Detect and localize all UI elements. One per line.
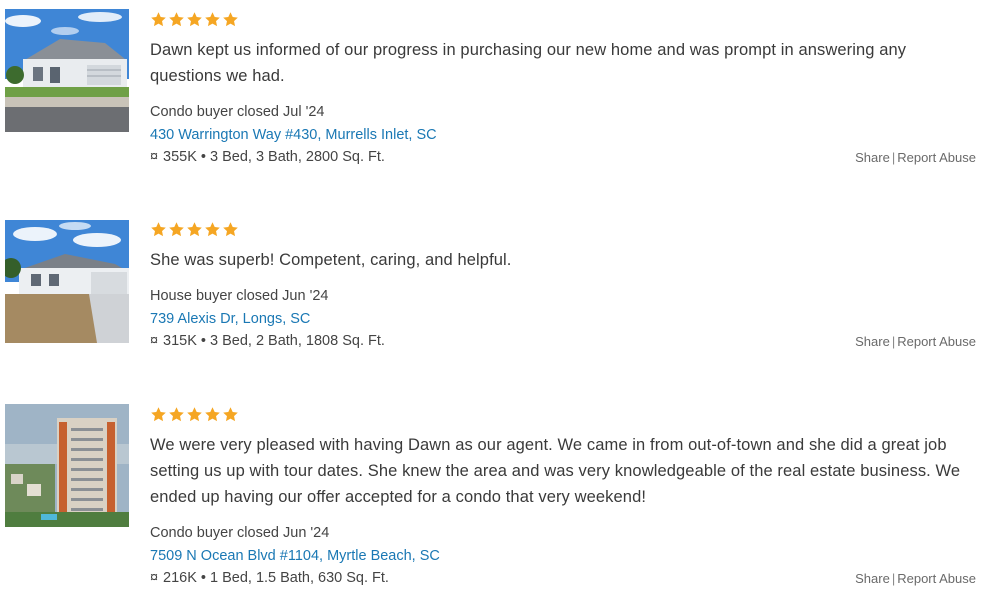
star-icon xyxy=(187,407,202,422)
report-abuse-link[interactable]: Report Abuse xyxy=(897,334,976,349)
currency-icon: ¤ xyxy=(150,333,159,349)
review-text: Dawn kept us informed of our progress in… xyxy=(150,41,907,85)
review-text: We were very pleased with having Dawn as… xyxy=(150,436,961,506)
review-card: She was superb! Competent, caring, and h… xyxy=(0,210,1007,360)
star-icon xyxy=(151,222,166,237)
star-icon xyxy=(151,407,166,422)
star-icon xyxy=(205,12,220,27)
star-icon xyxy=(169,222,184,237)
property-address-link[interactable]: 430 Warrington Way #430, Murrells Inlet,… xyxy=(150,124,977,147)
report-abuse-link[interactable]: Report Abuse xyxy=(897,571,976,586)
currency-icon: ¤ xyxy=(150,570,159,586)
property-details: ¤ 216K • 1 Bed, 1.5 Bath, 630 Sq. Ft. xyxy=(150,567,977,590)
report-abuse-link[interactable]: Report Abuse xyxy=(897,150,976,165)
buyer-status: House buyer closed Jun '24 xyxy=(150,288,329,304)
share-link[interactable]: Share xyxy=(855,571,890,586)
property-details: ¤ 355K • 3 Bed, 3 Bath, 2800 Sq. Ft. xyxy=(150,146,977,169)
star-icon xyxy=(223,222,238,237)
star-icon xyxy=(169,12,184,27)
property-specs: 216K • 1 Bed, 1.5 Bath, 630 Sq. Ft. xyxy=(163,570,389,586)
star-icon xyxy=(205,407,220,422)
review-actions: Share | Report Abuse xyxy=(855,334,976,349)
buyer-status: Condo buyer closed Jun '24 xyxy=(150,525,330,541)
property-photo[interactable] xyxy=(5,9,129,132)
star-icon xyxy=(151,12,166,27)
review-actions: Share | Report Abuse xyxy=(855,571,976,586)
buyer-status: Condo buyer closed Jul '24 xyxy=(150,104,325,120)
divider: | xyxy=(891,334,896,349)
review-actions: Share | Report Abuse xyxy=(855,150,976,165)
property-photo[interactable] xyxy=(5,404,129,527)
star-icon xyxy=(169,407,184,422)
star-icon xyxy=(187,222,202,237)
review-card: Dawn kept us informed of our progress in… xyxy=(0,0,1007,200)
review-card: We were very pleased with having Dawn as… xyxy=(0,395,1007,606)
divider: | xyxy=(891,150,896,165)
star-icon xyxy=(205,222,220,237)
star-rating xyxy=(150,221,977,239)
share-link[interactable]: Share xyxy=(855,150,890,165)
property-specs: 315K • 3 Bed, 2 Bath, 1808 Sq. Ft. xyxy=(163,333,385,349)
star-icon xyxy=(223,407,238,422)
divider: | xyxy=(891,571,896,586)
star-icon xyxy=(223,12,238,27)
star-icon xyxy=(187,12,202,27)
property-specs: 355K • 3 Bed, 3 Bath, 2800 Sq. Ft. xyxy=(163,149,385,165)
review-text: She was superb! Competent, caring, and h… xyxy=(150,251,512,269)
property-address-link[interactable]: 7509 N Ocean Blvd #1104, Myrtle Beach, S… xyxy=(150,545,977,568)
star-rating xyxy=(150,11,977,29)
currency-icon: ¤ xyxy=(150,149,159,165)
star-rating xyxy=(150,406,977,424)
share-link[interactable]: Share xyxy=(855,334,890,349)
property-details: ¤ 315K • 3 Bed, 2 Bath, 1808 Sq. Ft. xyxy=(150,330,977,353)
property-address-link[interactable]: 739 Alexis Dr, Longs, SC xyxy=(150,308,977,331)
property-photo[interactable] xyxy=(5,220,129,343)
